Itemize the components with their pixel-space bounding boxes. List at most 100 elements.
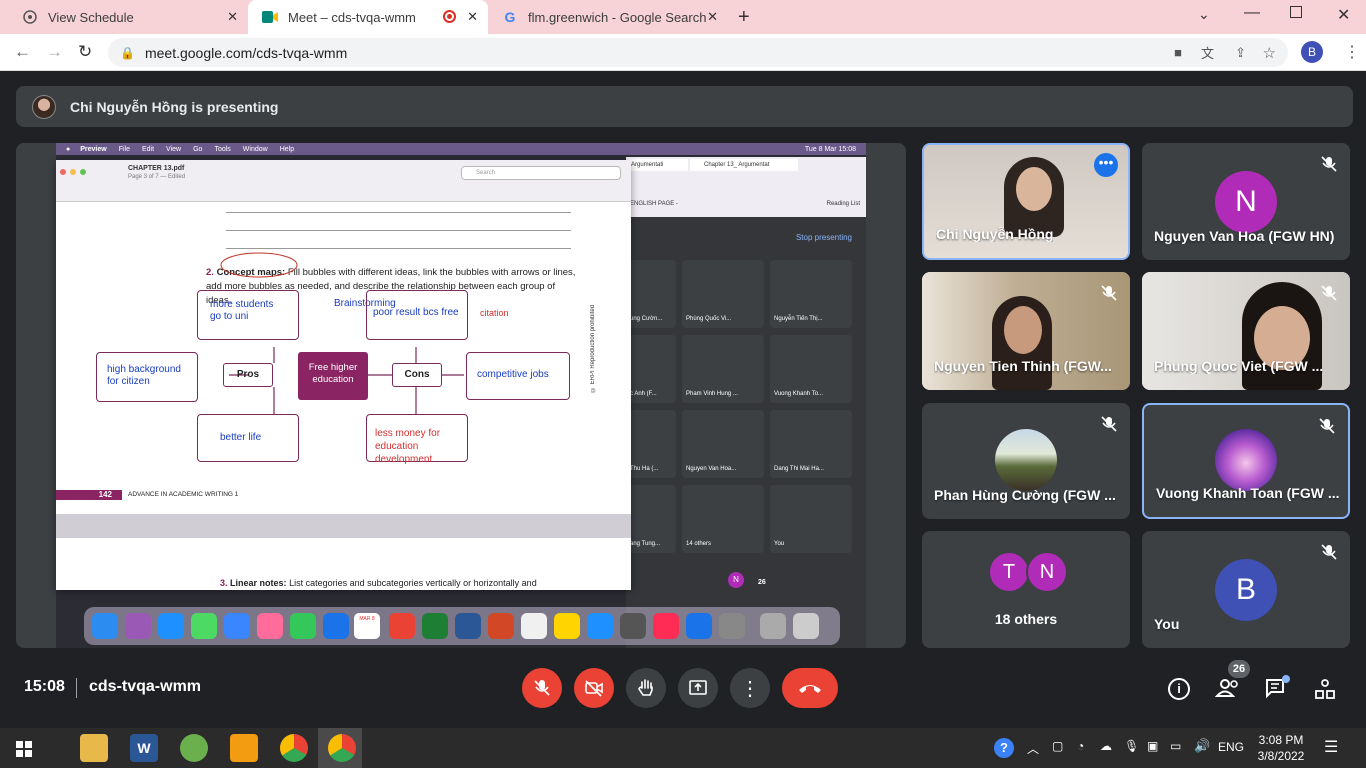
maximize-button[interactable] [1290, 6, 1302, 18]
leave-call-button[interactable] [782, 668, 838, 708]
inner-count: 26 [758, 579, 766, 586]
clock-time: 3:08 PM [1258, 733, 1304, 747]
end-call-icon [799, 685, 821, 693]
dock-app-icon [290, 613, 316, 639]
meeting-code: cds-tvqa-wmm [89, 678, 202, 695]
preview-search[interactable]: Search [461, 166, 621, 180]
language-indicator[interactable]: ENG [1218, 740, 1244, 754]
battery-icon[interactable]: ▭ [1170, 739, 1181, 753]
taskbar-clock[interactable]: 3:08 PM 3/8/2022 [1256, 732, 1306, 764]
meeting-details-icon[interactable]: i [1168, 678, 1190, 700]
bookmark-star-icon[interactable]: ☆ [1263, 44, 1276, 62]
bubble-better-life: better life [197, 414, 299, 462]
mac-menu-item: Edit [141, 145, 155, 153]
share-icon[interactable]: ⇪ [1235, 45, 1246, 61]
linear-text: List categories and subcategories vertic… [289, 578, 537, 588]
activities-button[interactable] [1314, 678, 1336, 705]
dock-app-icon [587, 613, 613, 639]
inner-participant-tile: Vuong Khanh To... [770, 335, 852, 403]
chrome-menu-icon[interactable]: ⋮ [1344, 42, 1360, 62]
reload-icon[interactable]: ↻ [78, 42, 92, 62]
bubble-competitive-jobs: competitive jobs [466, 352, 570, 400]
muted-mic-icon [1101, 285, 1117, 301]
tray-device-icon[interactable]: ▢ [1052, 739, 1063, 753]
present-screen-button[interactable] [678, 668, 718, 708]
raise-hand-button[interactable] [626, 668, 666, 708]
foxit-icon[interactable] [230, 734, 258, 762]
chrome-icon[interactable] [280, 734, 308, 762]
mac-dock: MAR 8 [84, 607, 840, 645]
file-explorer-icon[interactable] [80, 734, 108, 762]
volume-icon[interactable]: 🔊 [1194, 738, 1210, 754]
tray-chevron-icon[interactable]: ︿ [1027, 740, 1039, 757]
muted-mic-icon [1319, 418, 1335, 434]
dock-app-icon [158, 613, 184, 639]
inner-tab: Chapter 13_ Argumentat [690, 159, 798, 171]
address-bar[interactable]: 🔒 meet.google.com/cds-tvqa-wmm ■ 文 ⇪ ☆ [108, 38, 1288, 67]
close-tab-icon[interactable]: ✕ [707, 9, 718, 25]
close-window-button[interactable]: ✕ [1337, 5, 1350, 25]
new-tab-button[interactable]: + [738, 6, 750, 29]
participant-tile[interactable]: N Nguyen Van Hoa (FGW HN) [1142, 143, 1350, 260]
dock-app-icon [620, 613, 646, 639]
doc-subtitle: Page 3 of 7 — Edited [128, 174, 186, 180]
dock-date: MAR 8 [359, 616, 375, 622]
windows-start-icon[interactable] [16, 741, 32, 762]
tab-meet[interactable]: Meet – cds-tvqa-wmm ✕ [248, 0, 488, 34]
more-options-button[interactable]: ⋮ [730, 668, 770, 708]
participant-avatar: B [1215, 559, 1277, 621]
inner-participant-name: 14 others [686, 541, 712, 547]
network-off-icon[interactable]: ☁ [1100, 739, 1112, 753]
app-icon[interactable] [180, 734, 208, 762]
back-icon[interactable]: ← [14, 42, 31, 62]
wifi-icon[interactable]: ◔ [1077, 739, 1084, 753]
more-options-icon[interactable]: ••• [1094, 153, 1118, 177]
inner-participant-name: Dang Thi Mai Ha... [774, 466, 824, 472]
help-icon[interactable]: ? [994, 738, 1014, 758]
participant-tile[interactable]: Nguyen Tien Thinh (FGW... [922, 272, 1130, 390]
participant-tile-presenter[interactable]: ••• Chi Nguyễn Hồng [922, 143, 1130, 260]
dock-app-icon [760, 613, 786, 639]
mic-off-icon [534, 680, 550, 696]
camera-toggle-button[interactable] [574, 668, 614, 708]
inner-participant-name: Nguyễn Tiến Thị... [774, 316, 823, 322]
muted-mic-icon [1321, 156, 1337, 172]
presenter-avatar [32, 94, 56, 119]
mic-tray-icon[interactable]: 🎙 [1124, 739, 1139, 753]
close-tab-icon[interactable]: ✕ [467, 9, 478, 25]
close-tab-icon[interactable]: ✕ [227, 9, 238, 25]
chrome-profile-icon[interactable] [328, 734, 356, 762]
forward-icon[interactable]: → [46, 42, 63, 62]
dock-app-icon [92, 613, 118, 639]
bubble-less-money: less money for education development [366, 414, 468, 465]
people-button[interactable]: 26 [1214, 660, 1250, 705]
participant-avatar: T [988, 551, 1030, 593]
tab-google-search[interactable]: G flm.greenwich - Google Search ✕ [488, 0, 728, 34]
minimize-button[interactable]: — [1244, 4, 1260, 22]
inner-participant-name: Nguyen Van Hoa... [686, 466, 737, 472]
participant-name: 18 others [994, 611, 1058, 627]
inner-participant-tile: Pham Vinh Hung ... [682, 335, 764, 403]
notifications-icon[interactable]: ☰ [1324, 737, 1338, 757]
meeting-time: 15:08 [24, 678, 65, 695]
participant-tile-self[interactable]: B You [1142, 531, 1350, 648]
word-icon[interactable]: W [130, 734, 158, 762]
participant-tile-active-speaker[interactable]: Vuong Khanh Toan (FGW ... [1142, 403, 1350, 519]
dock-app-icon [554, 613, 580, 639]
profile-avatar[interactable]: B [1301, 41, 1323, 63]
translate-icon[interactable]: 文 [1201, 43, 1214, 62]
mic-toggle-button[interactable] [522, 668, 562, 708]
muted-mic-icon [1321, 285, 1337, 301]
participant-tile[interactable]: Phung Quoc Viet (FGW ... [1142, 272, 1350, 390]
participant-tile[interactable]: Phan Hùng Cường (FGW ... [922, 403, 1130, 519]
chat-button[interactable] [1264, 675, 1290, 704]
participant-tile-others[interactable]: T N 18 others [922, 531, 1130, 648]
inner-participant-name: c Anh (F... [630, 391, 657, 397]
presenting-banner: Chi Nguyễn Hồng is presenting [16, 86, 1353, 127]
tab-search-icon[interactable]: ⌄ [1198, 6, 1210, 23]
preview-toolbar: CHAPTER 13.pdf Page 3 of 7 — Edited Sear… [56, 160, 631, 202]
screen-tray-icon[interactable]: ▣ [1147, 739, 1158, 753]
bubble-center: Free higher education [298, 352, 368, 400]
tab-view-schedule[interactable]: View Schedule ✕ [8, 0, 248, 34]
camera-icon[interactable]: ■ [1174, 45, 1182, 60]
